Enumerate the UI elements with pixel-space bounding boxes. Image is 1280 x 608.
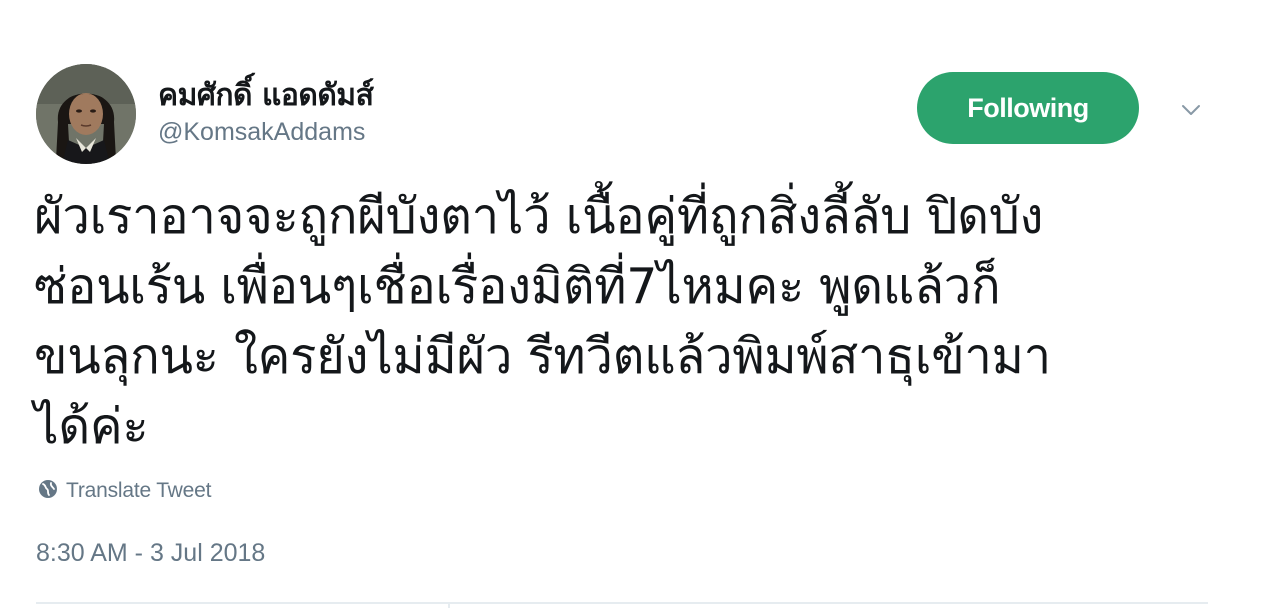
translate-tweet-link[interactable]: Translate Tweet: [38, 478, 211, 504]
avatar[interactable]: [36, 64, 136, 164]
display-name[interactable]: คมศักดิ์ แอดดัมส์: [158, 72, 374, 119]
translate-tweet-label: Translate Tweet: [66, 479, 212, 502]
tweet-text-line: ซ่อนเร้น เพื่อนๆเชื่อเรื่องมิติที่7ไหมคะ…: [34, 258, 1001, 315]
divider: [36, 602, 1208, 604]
avatar-image: [36, 64, 136, 164]
chevron-down-icon[interactable]: [1176, 98, 1206, 122]
globe-icon: [38, 479, 58, 504]
tweet-container: คมศักดิ์ แอดดัมส์ @KomsakAddams Followin…: [0, 0, 1280, 608]
tweet-text-line: ขนลุกนะ ใครยังไม่มีผัว รีทวีตแล้วพิมพ์สา…: [34, 328, 1051, 385]
tweet-text-line: ผัวเราอาจจะถูกผีบังตาไว้ เนื้อคู่ที่ถูกส…: [34, 188, 1044, 245]
tweet-timestamp[interactable]: 8:30 AM - 3 Jul 2018: [36, 539, 265, 568]
tweet-text-line: ได้ค่ะ: [34, 398, 149, 455]
tweet-text: ผัวเราอาจจะถูกผีบังตาไว้ เนื้อคู่ที่ถูกส…: [34, 182, 1244, 462]
divider: [448, 602, 450, 608]
user-handle[interactable]: @KomsakAddams: [158, 118, 365, 147]
following-button[interactable]: Following: [917, 72, 1139, 144]
